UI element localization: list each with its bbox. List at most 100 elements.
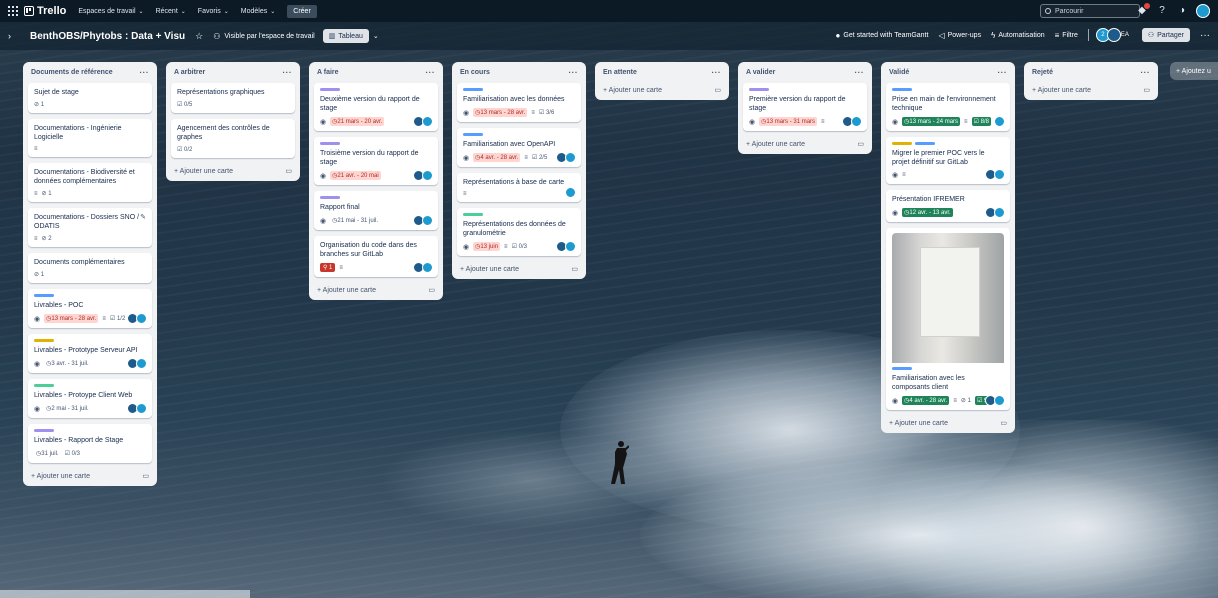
card[interactable]: Livrables - POC ◉ ◷ 13 mars - 28 avr. ≡ ☑ 1/… — [28, 289, 152, 328]
card[interactable]: Représentations des données de granulomé… — [457, 208, 581, 256]
trello-logo[interactable]: Trello — [24, 5, 66, 17]
card-members[interactable] — [565, 187, 576, 198]
member-avatar[interactable] — [994, 207, 1005, 218]
card-labels[interactable] — [34, 384, 146, 391]
add-card-button[interactable]: + Ajouter une carte ▭ — [28, 469, 152, 481]
list-header[interactable]: En cours ··· — [457, 67, 581, 83]
list-menu-icon[interactable]: ··· — [140, 68, 150, 77]
search-input[interactable]: Parcourir — [1040, 4, 1140, 18]
add-card-button[interactable]: + Ajouter une carte ▭ — [600, 83, 724, 95]
card[interactable]: Représentations à base de carte ≡ — [457, 173, 581, 202]
card[interactable]: Documentations - Dossiers SNO / ODATIS ✎ ≡… — [28, 208, 152, 247]
card-labels[interactable] — [463, 88, 575, 95]
more-options-icon[interactable]: ··· — [1200, 30, 1210, 41]
member-avatar[interactable] — [422, 116, 433, 127]
label-yellow[interactable] — [892, 142, 912, 145]
powerups-button[interactable]: ◁ Power-ups — [938, 31, 981, 40]
list-title[interactable]: En attente — [603, 69, 637, 76]
card[interactable]: Troisième version du rapport de stage ◉ ◷ … — [314, 137, 438, 185]
member-avatar[interactable] — [565, 241, 576, 252]
card[interactable]: Livrables - Rapport de Stage ◷ 31 juil. ☑ … — [28, 424, 152, 463]
card-members[interactable] — [413, 215, 433, 226]
list-menu-icon[interactable]: ··· — [426, 68, 436, 77]
due-date-badge[interactable]: ◷ 3 avr. - 31 juil. — [44, 359, 91, 368]
template-icon[interactable]: ▭ — [857, 140, 864, 148]
card-labels[interactable] — [892, 142, 1004, 149]
add-card-button[interactable]: + Ajouter une carte ▭ — [743, 137, 867, 149]
label-purple[interactable] — [34, 429, 54, 432]
member-avatar[interactable] — [422, 215, 433, 226]
card[interactable]: Première version du rapport de stage ◉ ◷ 1… — [743, 83, 867, 131]
card-labels[interactable] — [892, 88, 1004, 95]
list-header[interactable]: Validé ··· — [886, 67, 1010, 83]
card-members[interactable] — [127, 403, 147, 414]
label-blue[interactable] — [463, 88, 483, 91]
card[interactable]: Représentations graphiques ☑ 0/5 — [171, 83, 295, 113]
due-date-badge[interactable]: ◷ 2 mai - 31 juil. — [44, 404, 91, 413]
filter-button[interactable]: ≡ Filtre — [1055, 31, 1078, 40]
template-icon[interactable]: ▭ — [1000, 419, 1007, 427]
due-date-badge[interactable]: ◷ 13 mars - 28 avr. — [44, 314, 99, 323]
card[interactable]: Présentation IFREMER ◉ ◷ 12 avr. - 13 avr. — [886, 190, 1010, 222]
list-header[interactable]: A arbitrer ··· — [171, 67, 295, 83]
add-card-label[interactable]: + Ajouter une carte — [746, 141, 805, 148]
template-icon[interactable]: ▭ — [142, 472, 149, 480]
card-members[interactable] — [985, 207, 1005, 218]
card-members[interactable] — [556, 152, 576, 163]
card[interactable]: Livrables - Protoype Client Web ◉ ◷ 2 mai … — [28, 379, 152, 418]
card-labels[interactable] — [34, 339, 146, 346]
pencil-icon[interactable]: ✎ — [140, 213, 146, 221]
template-icon[interactable]: ▭ — [428, 286, 435, 294]
member-avatar[interactable] — [422, 170, 433, 181]
view-switch-chevron-icon[interactable]: ⌄ — [373, 32, 379, 40]
list-menu-icon[interactable]: ··· — [283, 68, 293, 77]
card[interactable]: Familiarisation avec OpenAPI ◉ ◷ 4 avr. - … — [457, 128, 581, 167]
due-date-badge[interactable]: ◷ 13 mars - 28 avr. — [473, 108, 528, 117]
add-card-label[interactable]: + Ajouter une carte — [1032, 87, 1091, 94]
create-button[interactable]: Créer — [287, 4, 317, 18]
due-date-badge[interactable]: ◷ 21 mai - 31 juil. — [330, 216, 380, 225]
list-header[interactable]: Rejeté ··· — [1029, 67, 1153, 83]
add-card-label[interactable]: + Ajouter une carte — [603, 87, 662, 94]
list-title[interactable]: En cours — [460, 69, 490, 76]
card[interactable]: Familiarisation avec les composants clie… — [886, 228, 1010, 410]
card-members[interactable] — [413, 262, 433, 273]
due-date-badge[interactable]: ◷ 13 mars - 24 mars — [902, 117, 961, 126]
list-menu-icon[interactable]: ··· — [855, 68, 865, 77]
card[interactable]: Sujet de stage ⊘ 1 — [28, 83, 152, 113]
board-members[interactable]: 2 EA — [1095, 28, 1132, 42]
add-card-button[interactable]: + Ajouter une carte ▭ — [886, 416, 1010, 428]
due-date-badge[interactable]: ◷ 21 avr. - 20 mai — [330, 171, 381, 180]
card[interactable]: Organisation du code dans des branches s… — [314, 236, 438, 277]
list-title[interactable]: Validé — [889, 69, 909, 76]
label-blue[interactable] — [892, 367, 912, 370]
card-labels[interactable] — [34, 294, 146, 301]
template-icon[interactable]: ▭ — [285, 167, 292, 175]
label-purple[interactable] — [320, 88, 340, 91]
due-date-badge[interactable]: ◷ 31 juil. — [34, 449, 61, 458]
card-members[interactable] — [985, 395, 1005, 406]
list-title[interactable]: Documents de référence — [31, 69, 113, 76]
template-icon[interactable]: ▭ — [571, 265, 578, 273]
member-avatar[interactable] — [851, 116, 862, 127]
card-members[interactable] — [556, 241, 576, 252]
automation-button[interactable]: ϟ Automatisation — [991, 31, 1045, 40]
member-avatar[interactable] — [422, 262, 433, 273]
list-header[interactable]: A valider ··· — [743, 67, 867, 83]
list-menu-icon[interactable]: ··· — [1141, 68, 1151, 77]
card[interactable]: Documentations - Biodiversité et données… — [28, 163, 152, 202]
member-avatar[interactable] — [565, 187, 576, 198]
member-avatar[interactable] — [994, 395, 1005, 406]
due-date-badge[interactable]: ◷ 12 avr. - 13 avr. — [902, 208, 953, 217]
label-purple[interactable] — [320, 142, 340, 145]
board-title[interactable]: BenthOBS/Phytobs : Data + Visu — [30, 31, 185, 42]
help-icon[interactable]: ? — [1156, 5, 1168, 17]
member-avatar[interactable] — [994, 169, 1005, 180]
member-avatar[interactable] — [136, 313, 147, 324]
template-icon[interactable]: ▭ — [1143, 86, 1150, 94]
member-avatar[interactable] — [136, 403, 147, 414]
card[interactable]: Agencement des contrôles de graphes ☑ 0/2 — [171, 119, 295, 158]
member-avatar[interactable] — [565, 152, 576, 163]
list-title[interactable]: A faire — [317, 69, 339, 76]
menu-favorites[interactable]: Favoris ⌄ — [198, 8, 229, 15]
